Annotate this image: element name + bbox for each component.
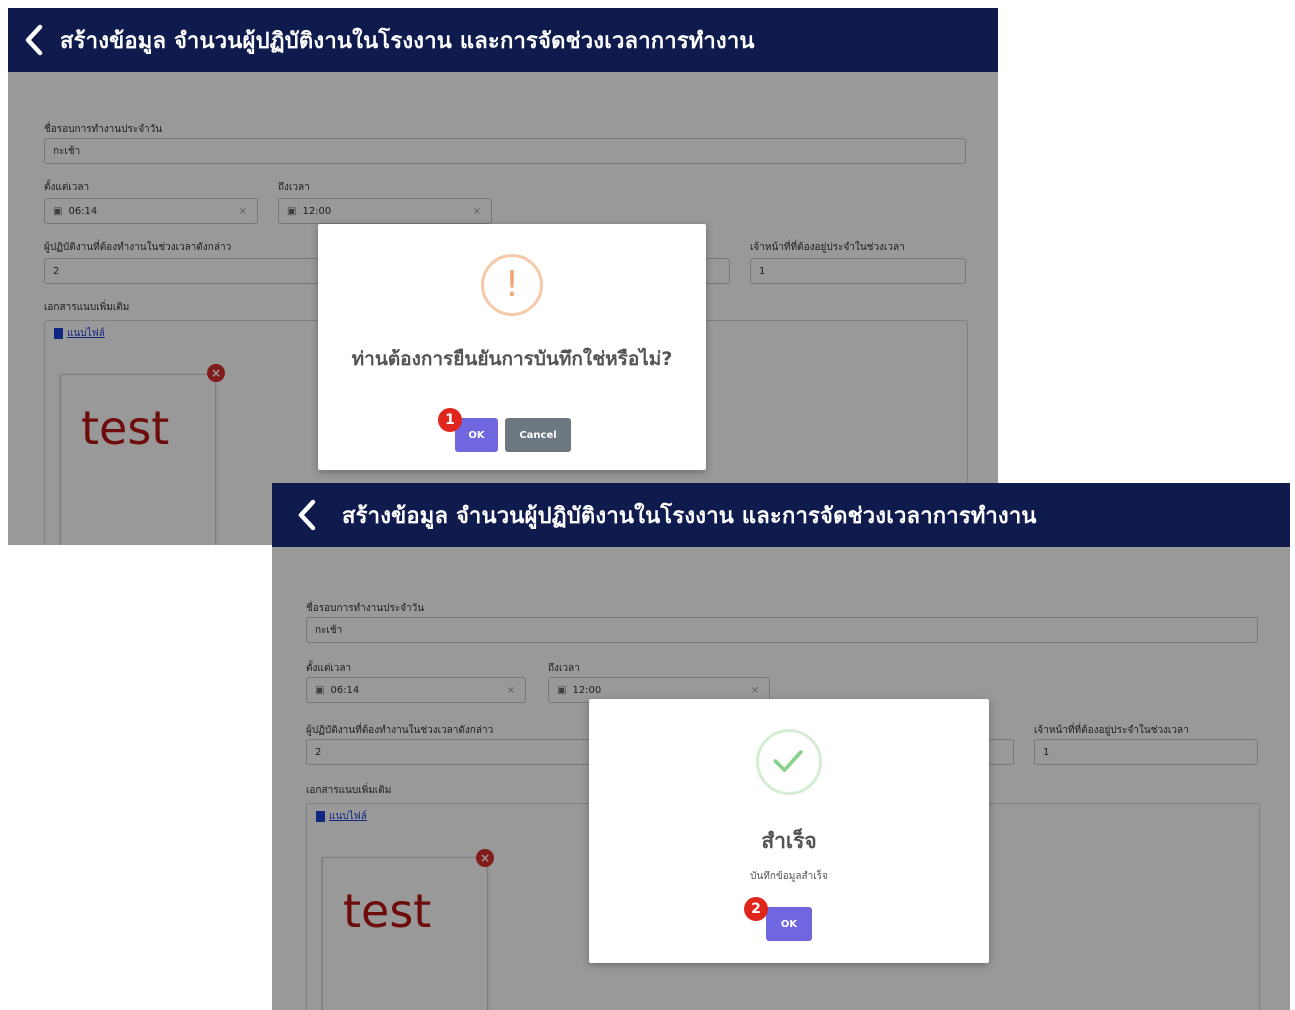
back-button[interactable]: [272, 483, 342, 547]
chevron-left-icon: [25, 24, 43, 56]
page-title: สร้างข้อมูล จำนวนผู้ปฏิบัติงานในโรงงาน แ…: [60, 28, 755, 54]
screenshot-success: สร้างข้อมูล จำนวนผู้ปฏิบัติงานในโรงงาน แ…: [272, 483, 1290, 1010]
success-ok-button[interactable]: OK: [766, 907, 812, 941]
back-button[interactable]: [8, 8, 60, 72]
confirm-cancel-button[interactable]: Cancel: [505, 418, 571, 452]
page-header: สร้างข้อมูล จำนวนผู้ปฏิบัติงานในโรงงาน แ…: [8, 8, 998, 72]
page-header: สร้างข้อมูล จำนวนผู้ปฏิบัติงานในโรงงาน แ…: [272, 483, 1290, 547]
success-check-icon: [756, 729, 822, 795]
chevron-left-icon: [298, 499, 316, 531]
step-marker-1: 1: [438, 408, 462, 432]
confirm-dialog: ! ท่านต้องการยืนยันการบันทึกใช่หรือไม่? …: [318, 224, 706, 470]
confirm-message: ท่านต้องการยืนยันการบันทึกใช่หรือไม่?: [351, 348, 673, 370]
success-text: บันทึกข้อมูลสำเร็จ: [750, 871, 828, 882]
success-title: สำเร็จ: [761, 829, 817, 853]
page-title: สร้างข้อมูล จำนวนผู้ปฏิบัติงานในโรงงาน แ…: [342, 503, 1037, 529]
warning-icon: !: [481, 254, 543, 316]
screenshot-confirm: สร้างข้อมูล จำนวนผู้ปฏิบัติงานในโรงงาน แ…: [8, 8, 998, 545]
success-dialog: สำเร็จ บันทึกข้อมูลสำเร็จ OK 2: [589, 699, 989, 963]
step-marker-2: 2: [744, 897, 768, 921]
